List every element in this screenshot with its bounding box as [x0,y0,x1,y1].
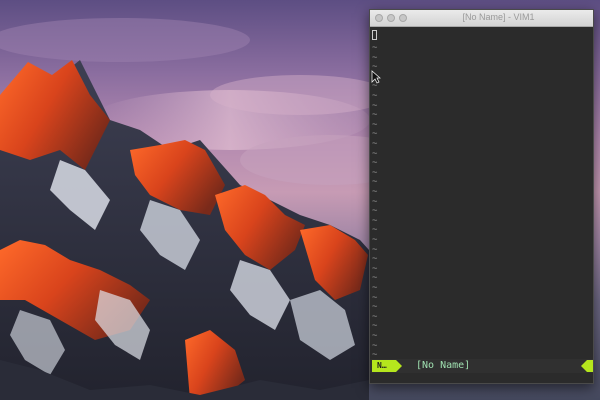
minimize-dot-icon[interactable] [387,14,395,22]
empty-line-tilde: ~ [372,206,378,217]
empty-line-tilde: ~ [372,148,378,159]
zoom-dot-icon[interactable] [399,14,407,22]
mode-indicator: N… [372,360,396,372]
empty-line-tilde: ~ [372,331,378,341]
empty-line-tilde: ~ [372,292,378,303]
empty-line-tilde: ~ [372,110,378,121]
empty-line-tilde: ~ [372,273,378,284]
editor-area[interactable]: ~~~~~~~~~~~~~~~~~~~~~~~~~~~~~~~~~ [370,27,593,359]
empty-line-tilde: ~ [372,91,378,101]
empty-line-tilde: ~ [372,283,378,293]
empty-line-tilde: ~ [372,129,378,140]
empty-line-tilde: ~ [372,244,378,255]
empty-line-tilde: ~ [372,43,378,53]
window-titlebar[interactable]: [No Name] - VIM1 [370,10,593,27]
text-cursor [372,30,377,40]
statusline: N… [No Name] [370,359,593,373]
empty-line-tilde: ~ [372,340,378,351]
command-line[interactable] [370,373,593,383]
empty-line-tilde: ~ [372,321,378,332]
empty-line-tilde: ~ [372,215,378,226]
vim-window[interactable]: [No Name] - VIM1 ~ ~ ~ ~ ~ ~ ~ ~ ~ ~ ~ ~ ~ ~ ~ ~ ~ ~ ~ ~ ~ ~ ~… [369,9,594,384]
empty-line-tilde: ~ [372,350,378,359]
empty-line-tilde: ~ [372,254,378,265]
close-dot-icon[interactable] [375,14,383,22]
empty-line-tilde: ~ [372,302,378,313]
statusline-right-arrow [581,360,587,372]
empty-line-tilde: ~ [372,158,378,169]
empty-line-tilde: ~ [372,263,378,274]
empty-line-tilde: ~ [372,187,378,197]
statusline-right-segment [587,360,593,372]
empty-line-tilde: ~ [372,52,378,63]
mode-separator-arrow [396,360,402,372]
window-title: [No Name] - VIM1 [462,12,535,22]
mouse-pointer-icon [371,70,381,84]
empty-line-tilde: ~ [372,139,378,149]
empty-line-tilde: ~ [372,311,378,322]
empty-line-tilde: ~ [372,100,378,111]
empty-line-tilde: ~ [372,225,378,236]
empty-line-tilde: ~ [372,196,378,207]
empty-line-tilde: ~ [372,235,378,245]
empty-line-tilde: ~ [372,167,378,178]
empty-line-tilde: ~ [372,119,378,130]
empty-line-tilde: ~ [372,177,378,188]
statusline-filename: [No Name] [416,360,471,371]
